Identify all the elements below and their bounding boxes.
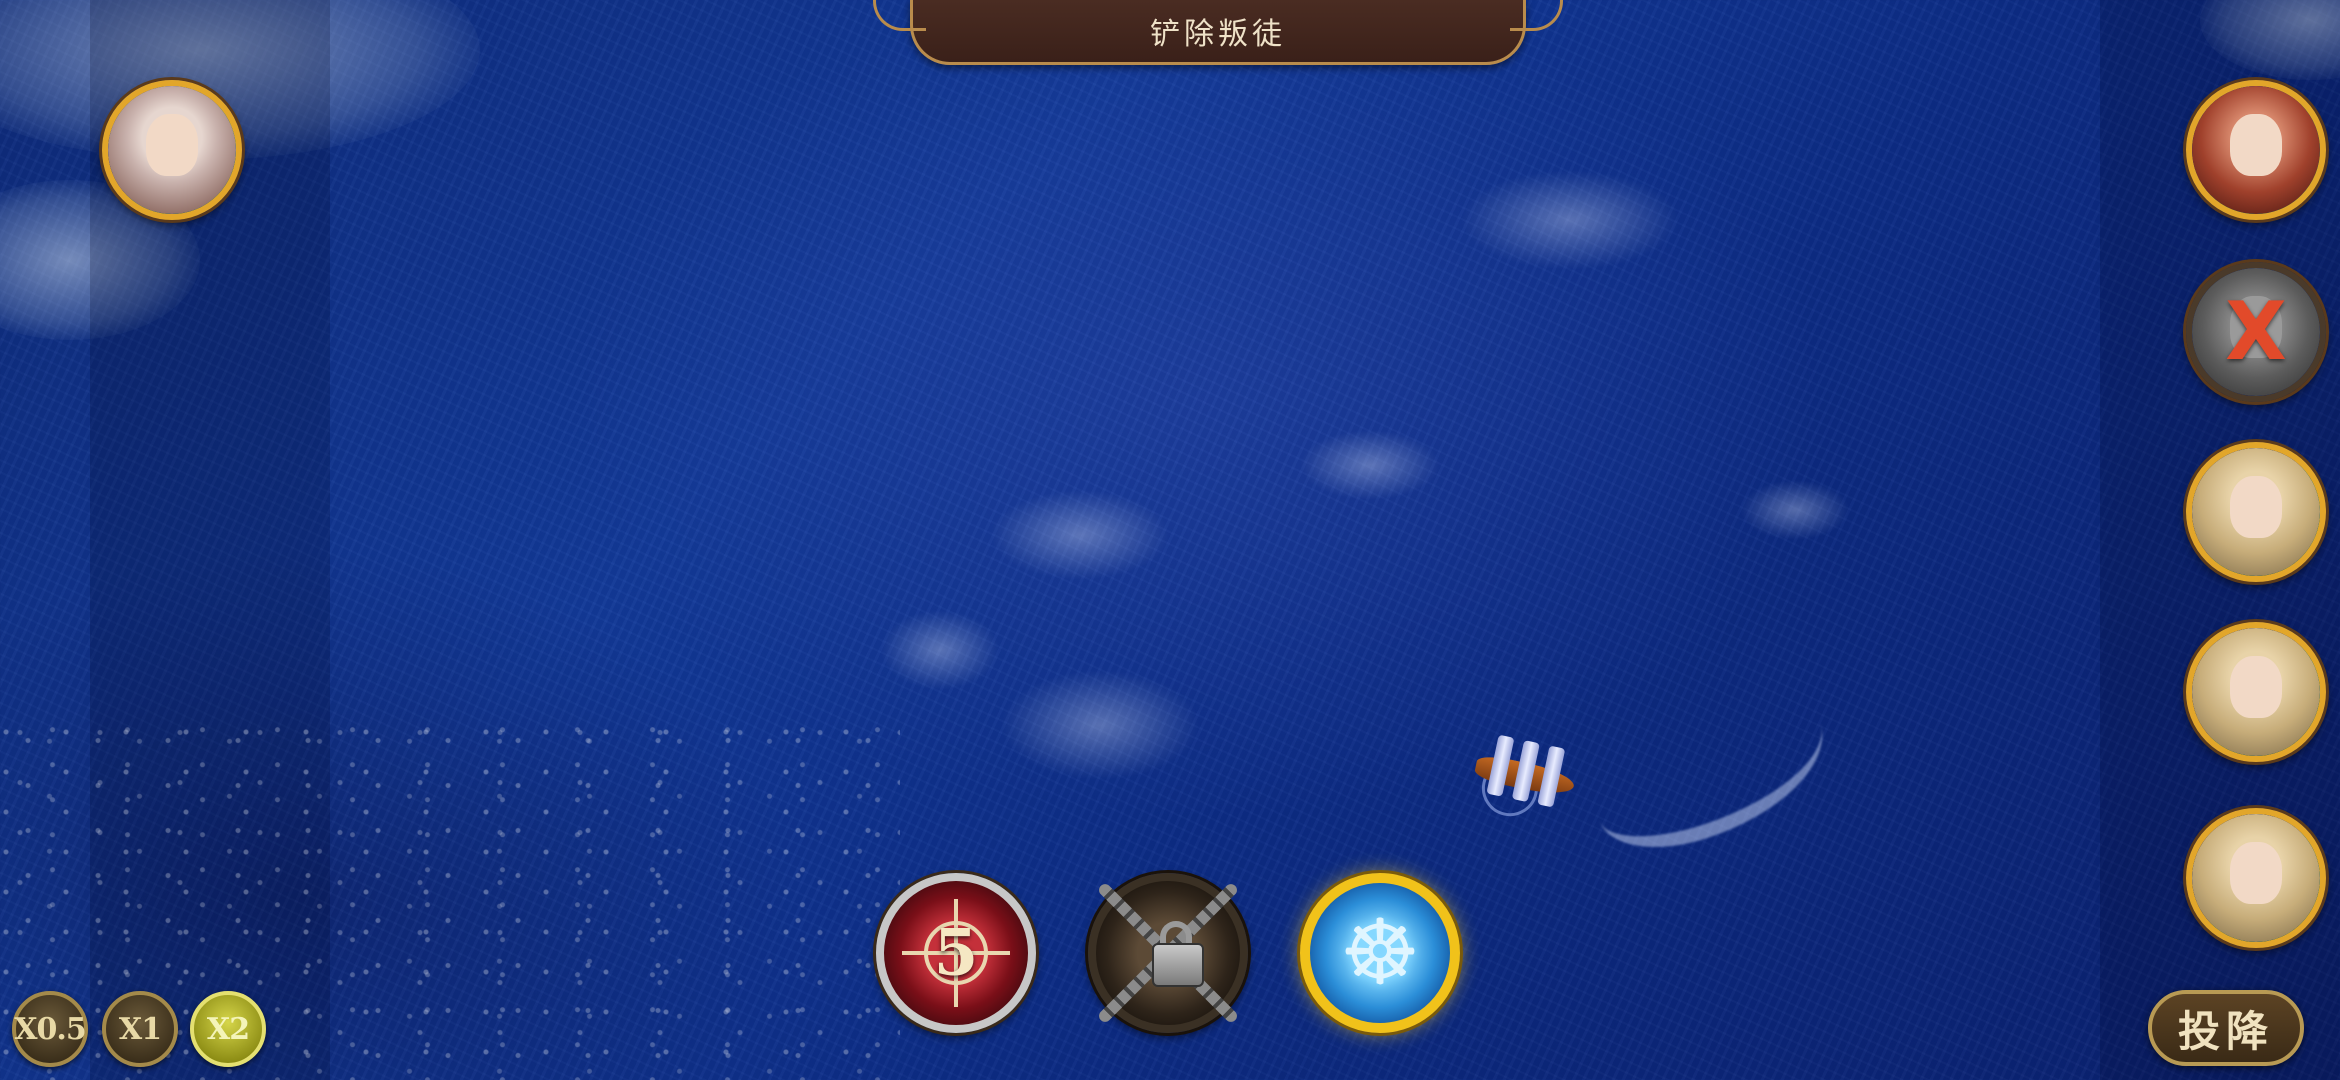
speed-label: X0.5	[14, 1011, 86, 1047]
enemy-portrait[interactable]	[2186, 80, 2326, 220]
enemy-portrait-defeated[interactable]: X	[2186, 262, 2326, 402]
foam-patch	[880, 610, 1000, 690]
target-skill-button[interactable]: 5	[876, 873, 1036, 1033]
mission-title-banner: 铲除叛徒	[873, 0, 1563, 65]
speed-half-button[interactable]: X0.5	[12, 991, 88, 1067]
surrender-button[interactable]: 投降	[2148, 990, 2304, 1066]
speed-label: X2	[206, 1011, 250, 1047]
enemy-portrait[interactable]	[2186, 808, 2326, 948]
health-ring	[108, 86, 236, 214]
ship-wheel-icon: ☸	[1339, 900, 1421, 1006]
player-portrait[interactable]	[102, 80, 242, 220]
foam-patch	[1300, 430, 1440, 500]
foam-patch	[1460, 170, 1680, 270]
defeated-x-icon: X	[2225, 285, 2287, 378]
padlock-icon	[1152, 943, 1204, 987]
health-ring	[2192, 448, 2320, 576]
foam-patch	[1740, 480, 1850, 540]
surrender-label: 投降	[2177, 1006, 2274, 1056]
enemy-portrait[interactable]	[2186, 622, 2326, 762]
mission-title: 铲除叛徒	[1150, 17, 1286, 52]
speed-label: X1	[118, 1011, 162, 1047]
speed-2x-button[interactable]: X2	[190, 991, 266, 1067]
foam-patch	[990, 490, 1170, 580]
health-ring	[2192, 86, 2320, 214]
enemy-portrait[interactable]	[2186, 442, 2326, 582]
health-ring	[2192, 814, 2320, 942]
foam-patch	[1000, 670, 1200, 780]
skill-charge-count: 5	[933, 915, 979, 991]
health-ring	[2192, 628, 2320, 756]
locked-skill-button[interactable]	[1088, 873, 1248, 1033]
speed-1x-button[interactable]: X1	[102, 991, 178, 1067]
helm-skill-button[interactable]: ☸	[1300, 873, 1460, 1033]
